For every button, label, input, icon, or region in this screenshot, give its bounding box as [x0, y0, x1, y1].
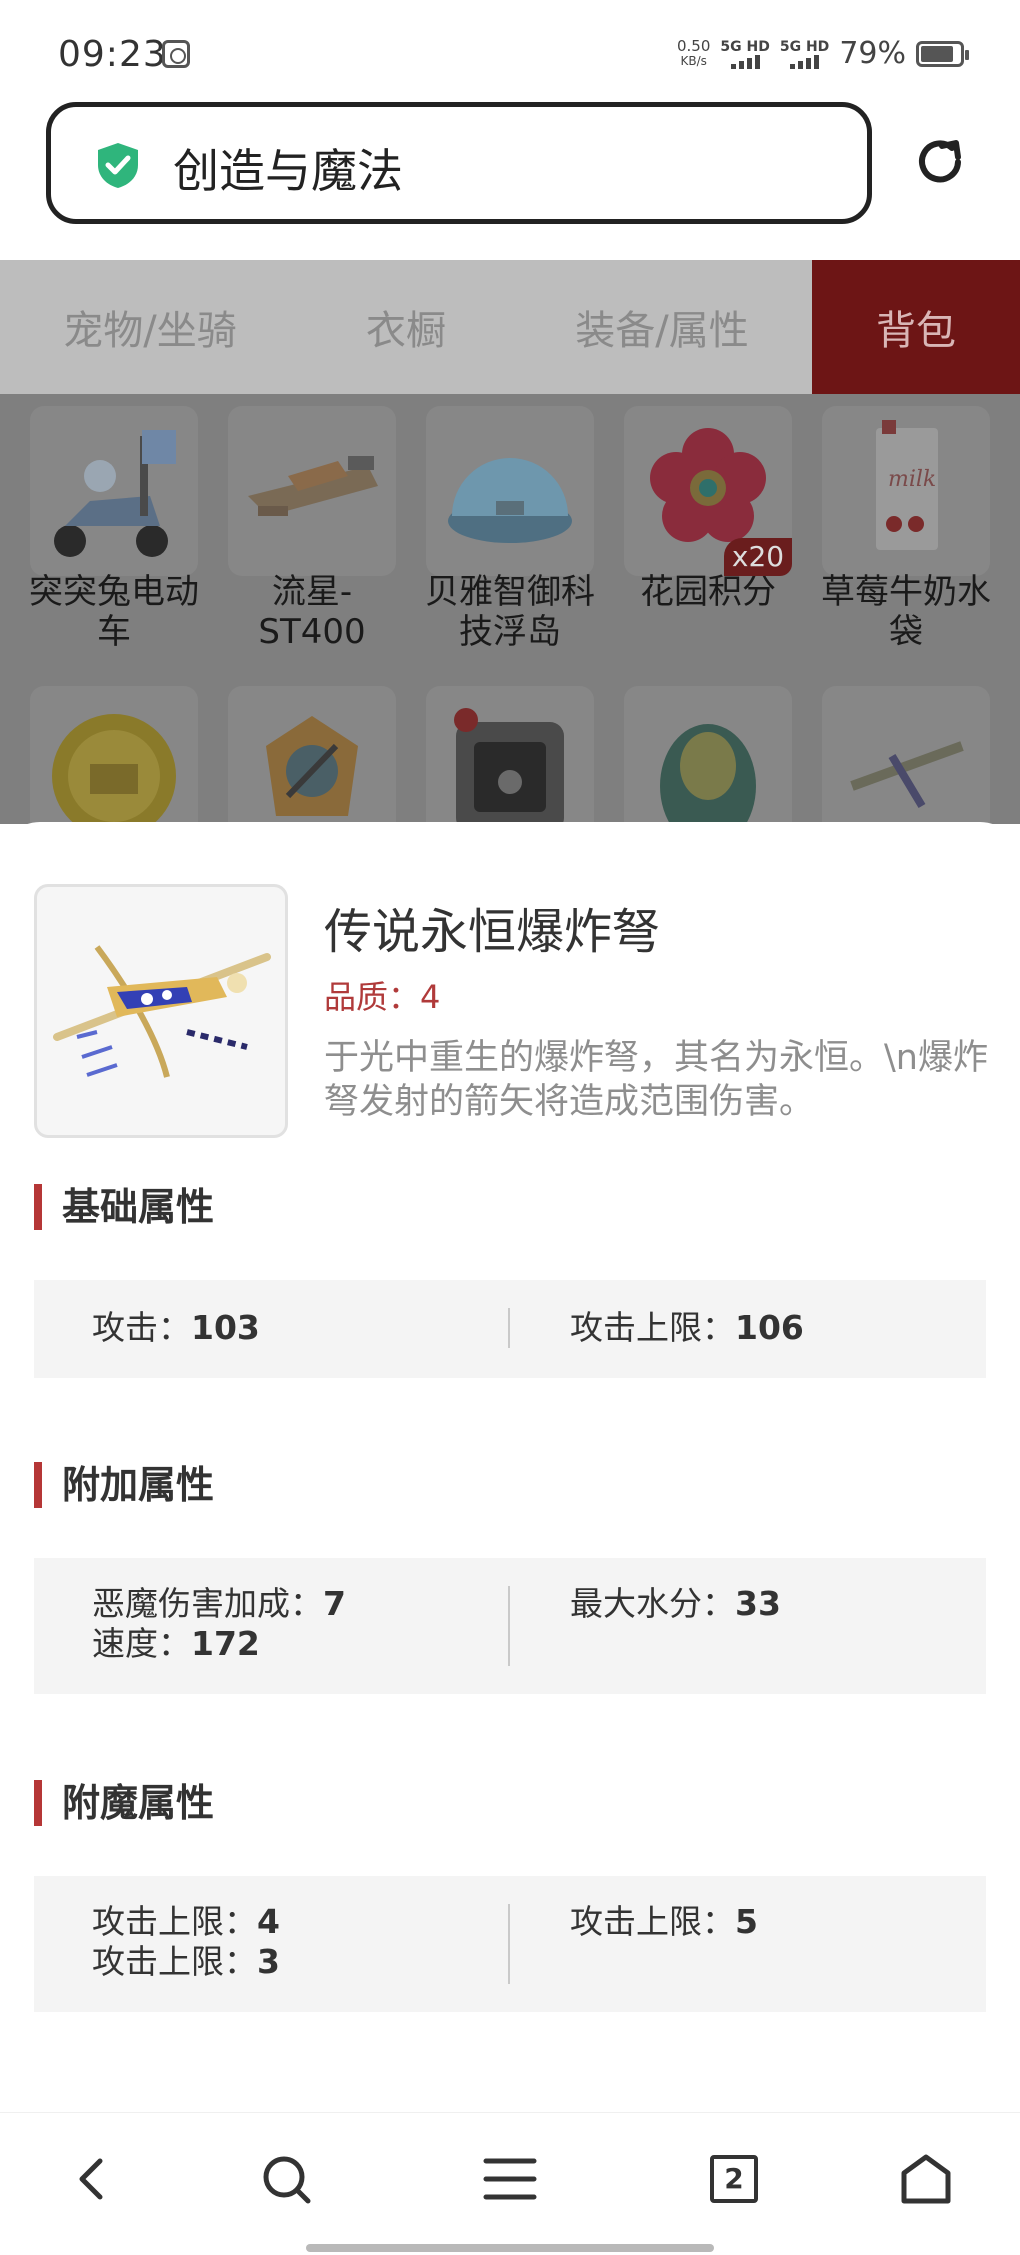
page-title: 创造与魔法	[173, 144, 403, 198]
section-title-base: 基础属性	[34, 1184, 214, 1230]
menu-icon[interactable]	[482, 2151, 538, 2207]
item-thumbnail	[34, 884, 288, 1138]
tab-count: 2	[710, 2155, 758, 2203]
status-indicators: 0.50 KB/s 5G HD 5G HD 79%	[677, 36, 969, 71]
stat-attack-max: 攻击上限：106	[570, 1308, 804, 1347]
stat-attack: 攻击：103	[92, 1308, 260, 1347]
item-description: 于光中重生的爆炸弩，其名为永恒。\n爆炸弩发射的箭矢将造成范围伤害。	[324, 1038, 988, 1122]
scooter-icon	[54, 430, 176, 557]
floating-island-icon	[448, 458, 572, 543]
item-detail-sheet: 传说永恒爆炸弩 品质：4 于光中重生的爆炸弩，其名为永恒。\n爆炸弩发射的箭矢将…	[0, 822, 1020, 2112]
section-title-enchant: 附魔属性	[34, 1780, 214, 1826]
battery-icon	[916, 40, 969, 67]
section-title-extra: 附加属性	[34, 1462, 214, 1508]
egg-icon	[660, 724, 756, 824]
home-icon[interactable]	[898, 2151, 954, 2207]
stat-demon-damage: 恶魔伤害加成：7	[92, 1584, 346, 1623]
stat-enchant-attack-max-3: 攻击上限：5	[570, 1902, 758, 1941]
bottom-navigation: 2	[0, 2112, 1020, 2255]
divider	[508, 1586, 510, 1666]
emblem-icon	[266, 716, 358, 816]
home-indicator[interactable]	[306, 2244, 714, 2252]
inventory-item[interactable]	[228, 686, 396, 824]
inventory-grid: milk 突突兔电动车 流星- ST400 贝雅智御科 技浮岛 花园积分 草莓牛奶水…	[0, 394, 1020, 824]
divider	[508, 1308, 510, 1348]
inventory-item-label: 突突兔电动车	[29, 572, 199, 652]
shield-check-icon	[98, 143, 138, 188]
status-bar: 09:23 0.50 KB/s 5G HD 5G HD 79%	[0, 0, 1020, 100]
tab-pets-mounts[interactable]: 宠物/坐骑	[0, 260, 300, 394]
address-bar[interactable]: 创造与魔法	[46, 102, 872, 224]
stat-speed: 速度：172	[92, 1624, 260, 1663]
inventory-item-label: 草莓牛奶水袋	[821, 572, 991, 652]
extra-attributes-panel: 恶魔伤害加成：7 速度：172 最大水分：33	[34, 1558, 986, 1694]
enchant-attributes-panel: 攻击上限：4 攻击上限：3 攻击上限：5	[34, 1876, 986, 2012]
inventory-item-label: 贝雅智御科 技浮岛	[425, 572, 595, 652]
back-icon[interactable]	[66, 2151, 122, 2207]
quantity-badge: x20	[724, 538, 792, 576]
gold-coin-icon	[52, 714, 176, 824]
tabs-icon[interactable]: 2	[706, 2151, 762, 2207]
base-attributes-panel: 攻击：103 攻击上限：106	[34, 1280, 986, 1378]
category-tabs: 宠物/坐骑 衣橱 装备/属性 背包	[0, 260, 1020, 394]
tab-backpack[interactable]: 背包	[812, 260, 1020, 394]
stat-enchant-attack-max-2: 攻击上限：3	[92, 1942, 280, 1981]
inventory-item[interactable]	[228, 406, 396, 576]
tab-wardrobe[interactable]: 衣橱	[300, 260, 512, 394]
inventory-item[interactable]	[822, 686, 990, 824]
jet-icon	[248, 456, 378, 516]
crossbow-icon	[53, 945, 271, 1078]
item-name: 传说永恒爆炸弩	[324, 904, 661, 960]
stat-enchant-attack-max-1: 攻击上限：4	[92, 1902, 280, 1941]
inventory-item-label: 流星- ST400	[258, 572, 366, 652]
item-quality: 品质：4	[324, 978, 441, 1016]
network-speed: 0.50 KB/s	[677, 36, 711, 68]
milk-bag-icon: milk	[876, 420, 938, 550]
stat-list-left: 恶魔伤害加成：7 速度：172	[92, 1584, 346, 1664]
svg-text:milk: milk	[888, 467, 936, 492]
inventory-item[interactable]	[624, 686, 792, 824]
tab-equipment[interactable]: 装备/属性	[512, 260, 812, 394]
sim2-signal-icon: 5G HD	[780, 39, 829, 69]
inventory-item[interactable]	[426, 406, 594, 576]
inventory-item[interactable]	[30, 406, 198, 576]
search-icon[interactable]	[258, 2151, 314, 2207]
crossbow-icon	[850, 741, 964, 809]
reload-icon[interactable]	[912, 134, 968, 190]
divider	[508, 1904, 510, 1984]
inventory-item[interactable]	[30, 686, 198, 824]
inventory-item[interactable]: milk	[822, 406, 990, 576]
notification-app-icon	[162, 40, 190, 68]
sim1-signal-icon: 5G HD	[720, 39, 770, 69]
battery-percent: 79%	[839, 36, 906, 71]
inventory-item[interactable]	[426, 686, 594, 824]
status-time: 09:23	[58, 34, 167, 75]
pet-carrier-icon	[454, 708, 564, 824]
stat-max-moisture: 最大水分：33	[570, 1584, 781, 1623]
stat-list-left: 攻击上限：4 攻击上限：3	[92, 1902, 280, 1982]
inventory-item-label: 花园积分	[640, 572, 776, 612]
